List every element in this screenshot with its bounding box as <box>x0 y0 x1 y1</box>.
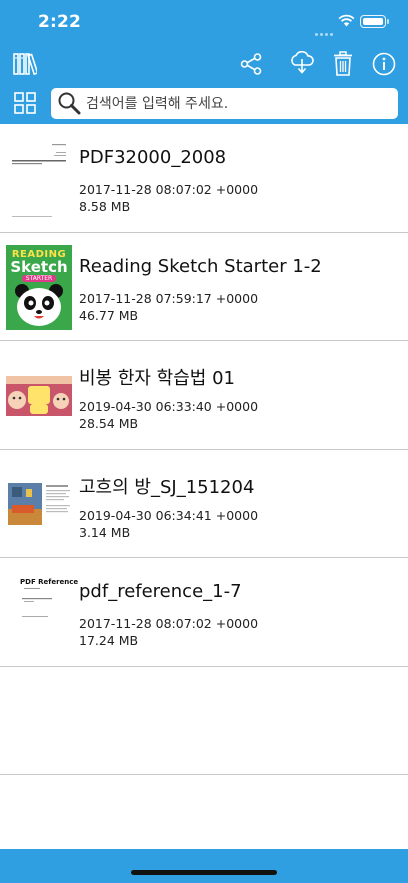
status-bar: 2:22 <box>0 0 408 44</box>
file-row[interactable]: READING Sketch STARTER Reading Sketch St… <box>0 232 408 341</box>
file-size: 28.54 MB <box>79 416 139 431</box>
file-size: 17.24 MB <box>79 633 139 648</box>
library-icon[interactable] <box>13 53 37 75</box>
trash-icon[interactable] <box>333 51 353 76</box>
info-icon[interactable] <box>372 52 396 76</box>
file-date: 2017-11-28 08:07:02 +0000 <box>79 616 259 631</box>
search-bar <box>51 88 398 119</box>
file-size: 8.58 MB <box>79 199 131 214</box>
toolbar <box>0 44 408 124</box>
bottom-bar <box>0 849 408 883</box>
search-input[interactable] <box>86 88 386 119</box>
search-icon <box>58 92 81 115</box>
file-thumbnail: PDF Reference <box>6 570 78 655</box>
file-title: pdf_reference_1-7 <box>79 581 242 602</box>
file-title: Reading Sketch Starter 1-2 <box>79 255 322 277</box>
file-thumbnail <box>6 462 72 547</box>
wifi-icon <box>338 14 355 27</box>
battery-icon <box>360 15 389 28</box>
file-title: 고흐의 방_SJ_151204 <box>79 476 255 498</box>
file-title: 비봉 한자 학습법 01 <box>79 368 235 389</box>
file-list: PDF32000_2008 2017-11-28 08:07:02 +0000 … <box>0 124 408 775</box>
cover-text: PDF Reference <box>20 578 79 586</box>
file-row[interactable]: 비봉 한자 학습법 01 2019-04-30 06:33:40 +0000 2… <box>0 341 408 450</box>
grid-view-icon[interactable] <box>14 92 36 114</box>
file-thumbnail <box>6 136 72 221</box>
share-icon[interactable] <box>240 53 262 75</box>
file-size: 3.14 MB <box>79 524 131 540</box>
file-row[interactable]: 고흐의 방_SJ_151204 2019-04-30 06:34:41 +000… <box>0 449 408 558</box>
home-indicator[interactable] <box>131 870 277 875</box>
file-row[interactable]: PDF Reference pdf_reference_1-7 2017-11-… <box>0 558 408 667</box>
file-date: 2017-11-28 08:07:02 +0000 <box>79 182 259 197</box>
panda-illustration <box>15 283 63 326</box>
file-date: 2017-11-28 07:59:17 +0000 <box>79 290 259 306</box>
file-thumbnail: READING Sketch STARTER <box>6 244 72 330</box>
file-size: 46.77 MB <box>79 307 139 323</box>
status-time: 2:22 <box>38 12 82 32</box>
file-thumbnail <box>6 353 72 438</box>
empty-row <box>0 666 408 775</box>
cover-text: STARTER <box>21 274 57 282</box>
file-date: 2019-04-30 06:34:41 +0000 <box>79 507 259 523</box>
cloud-download-icon[interactable] <box>289 51 315 75</box>
signal-icon <box>315 21 335 40</box>
file-title: PDF32000_2008 <box>79 147 227 168</box>
cover-text: Sketch <box>10 257 68 276</box>
file-row[interactable]: PDF32000_2008 2017-11-28 08:07:02 +0000 … <box>0 124 408 233</box>
file-date: 2019-04-30 06:33:40 +0000 <box>79 399 259 414</box>
